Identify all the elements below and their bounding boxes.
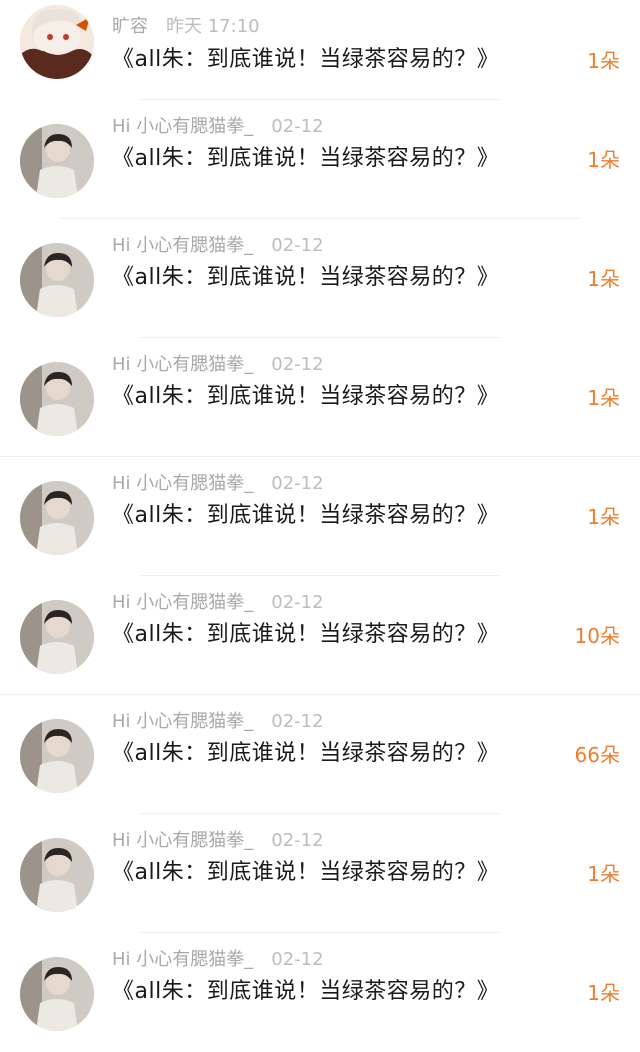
sent-time: 02-12 bbox=[271, 473, 324, 494]
gift-count: 1朵 bbox=[587, 386, 620, 410]
avatar[interactable] bbox=[20, 124, 94, 198]
sent-time: 02-12 bbox=[271, 949, 324, 970]
sender-name: Hi 小心有腮猫拳_ bbox=[112, 949, 254, 970]
sent-time: 02-12 bbox=[271, 235, 324, 256]
user-photo-avatar bbox=[20, 957, 94, 1031]
user-photo-avatar bbox=[20, 481, 94, 555]
sender-meta: Hi 小心有腮猫拳_ 02-12 bbox=[112, 707, 324, 733]
gift-count: 1朵 bbox=[587, 148, 620, 172]
avatar[interactable] bbox=[20, 600, 94, 674]
avatar[interactable] bbox=[20, 362, 94, 436]
sent-time: 02-12 bbox=[271, 830, 324, 851]
gift-count: 10朵 bbox=[574, 624, 620, 648]
avatar[interactable] bbox=[20, 957, 94, 1031]
sender-meta: Hi 小心有腮猫拳_ 02-12 bbox=[112, 588, 324, 614]
sender-meta: Hi 小心有腮猫拳_ 02-12 bbox=[112, 231, 324, 257]
sender-name: Hi 小心有腮猫拳_ bbox=[112, 592, 254, 613]
list-item[interactable]: Hi 小心有腮猫拳_ 02-12 《all朱：到底谁说！当绿茶容易的？》 1朵 bbox=[0, 100, 640, 219]
sent-time: 02-12 bbox=[271, 354, 324, 375]
user-photo-avatar bbox=[20, 600, 94, 674]
avatar[interactable] bbox=[20, 719, 94, 793]
list-item[interactable]: Hi 小心有腮猫拳_ 02-12 《all朱：到底谁说！当绿茶容易的？》 66朵 bbox=[0, 695, 640, 814]
list-item[interactable]: 旷容 昨天 17:10 《all朱：到底谁说！当绿茶容易的？》 1朵 bbox=[0, 0, 640, 100]
list-item[interactable]: Hi 小心有腮猫拳_ 02-12 《all朱：到底谁说！当绿茶容易的？》 1朵 bbox=[0, 219, 640, 338]
avatar[interactable] bbox=[20, 5, 94, 79]
gift-count: 1朵 bbox=[587, 267, 620, 291]
sender-meta: Hi 小心有腮猫拳_ 02-12 bbox=[112, 826, 324, 852]
work-title: 《all朱：到底谁说！当绿茶容易的？》 bbox=[112, 384, 500, 409]
work-title: 《all朱：到底谁说！当绿茶容易的？》 bbox=[112, 146, 500, 171]
sender-name: Hi 小心有腮猫拳_ bbox=[112, 473, 254, 494]
avatar[interactable] bbox=[20, 838, 94, 912]
sender-name: Hi 小心有腮猫拳_ bbox=[112, 354, 254, 375]
user-photo-avatar bbox=[20, 719, 94, 793]
sent-time: 02-12 bbox=[271, 711, 324, 732]
list-item[interactable]: Hi 小心有腮猫拳_ 02-12 《all朱：到底谁说！当绿茶容易的？》 1朵 bbox=[0, 933, 640, 1052]
list-item[interactable]: Hi 小心有腮猫拳_ 02-12 《all朱：到底谁说！当绿茶容易的？》 1朵 bbox=[0, 457, 640, 576]
sent-time: 02-12 bbox=[271, 116, 324, 137]
gift-count: 1朵 bbox=[587, 981, 620, 1005]
work-title: 《all朱：到底谁说！当绿茶容易的？》 bbox=[112, 47, 500, 72]
gift-count: 66朵 bbox=[574, 743, 620, 767]
list-item[interactable]: Hi 小心有腮猫拳_ 02-12 《all朱：到底谁说！当绿茶容易的？》 1朵 bbox=[0, 814, 640, 933]
work-title: 《all朱：到底谁说！当绿茶容易的？》 bbox=[112, 860, 500, 885]
anime-avatar-icon bbox=[20, 5, 94, 79]
sender-meta: Hi 小心有腮猫拳_ 02-12 bbox=[112, 112, 324, 138]
sender-name: Hi 小心有腮猫拳_ bbox=[112, 711, 254, 732]
sender-meta: Hi 小心有腮猫拳_ 02-12 bbox=[112, 350, 324, 376]
work-title: 《all朱：到底谁说！当绿茶容易的？》 bbox=[112, 265, 500, 290]
gift-count: 1朵 bbox=[587, 49, 620, 73]
sender-name: 旷容 bbox=[112, 16, 148, 37]
gift-count: 1朵 bbox=[587, 505, 620, 529]
sent-time: 02-12 bbox=[271, 592, 324, 613]
user-photo-avatar bbox=[20, 362, 94, 436]
gift-count: 1朵 bbox=[587, 862, 620, 886]
work-title: 《all朱：到底谁说！当绿茶容易的？》 bbox=[112, 622, 500, 647]
list-item[interactable]: Hi 小心有腮猫拳_ 02-12 《all朱：到底谁说！当绿茶容易的？》 10朵 bbox=[0, 576, 640, 695]
sender-name: Hi 小心有腮猫拳_ bbox=[112, 235, 254, 256]
work-title: 《all朱：到底谁说！当绿茶容易的？》 bbox=[112, 503, 500, 528]
work-title: 《all朱：到底谁说！当绿茶容易的？》 bbox=[112, 741, 500, 766]
work-title: 《all朱：到底谁说！当绿茶容易的？》 bbox=[112, 979, 500, 1004]
user-photo-avatar bbox=[20, 838, 94, 912]
user-photo-avatar bbox=[20, 243, 94, 317]
sender-name: Hi 小心有腮猫拳_ bbox=[112, 116, 254, 137]
sender-meta: 旷容 昨天 17:10 bbox=[112, 12, 260, 38]
user-photo-avatar bbox=[20, 124, 94, 198]
sender-meta: Hi 小心有腮猫拳_ 02-12 bbox=[112, 469, 324, 495]
sent-time: 昨天 17:10 bbox=[166, 16, 260, 37]
list-item[interactable]: Hi 小心有腮猫拳_ 02-12 《all朱：到底谁说！当绿茶容易的？》 1朵 bbox=[0, 338, 640, 457]
avatar[interactable] bbox=[20, 481, 94, 555]
gift-record-list: 旷容 昨天 17:10 《all朱：到底谁说！当绿茶容易的？》 1朵 Hi 小心有… bbox=[0, 0, 640, 1052]
avatar[interactable] bbox=[20, 243, 94, 317]
sender-name: Hi 小心有腮猫拳_ bbox=[112, 830, 254, 851]
sender-meta: Hi 小心有腮猫拳_ 02-12 bbox=[112, 945, 324, 971]
